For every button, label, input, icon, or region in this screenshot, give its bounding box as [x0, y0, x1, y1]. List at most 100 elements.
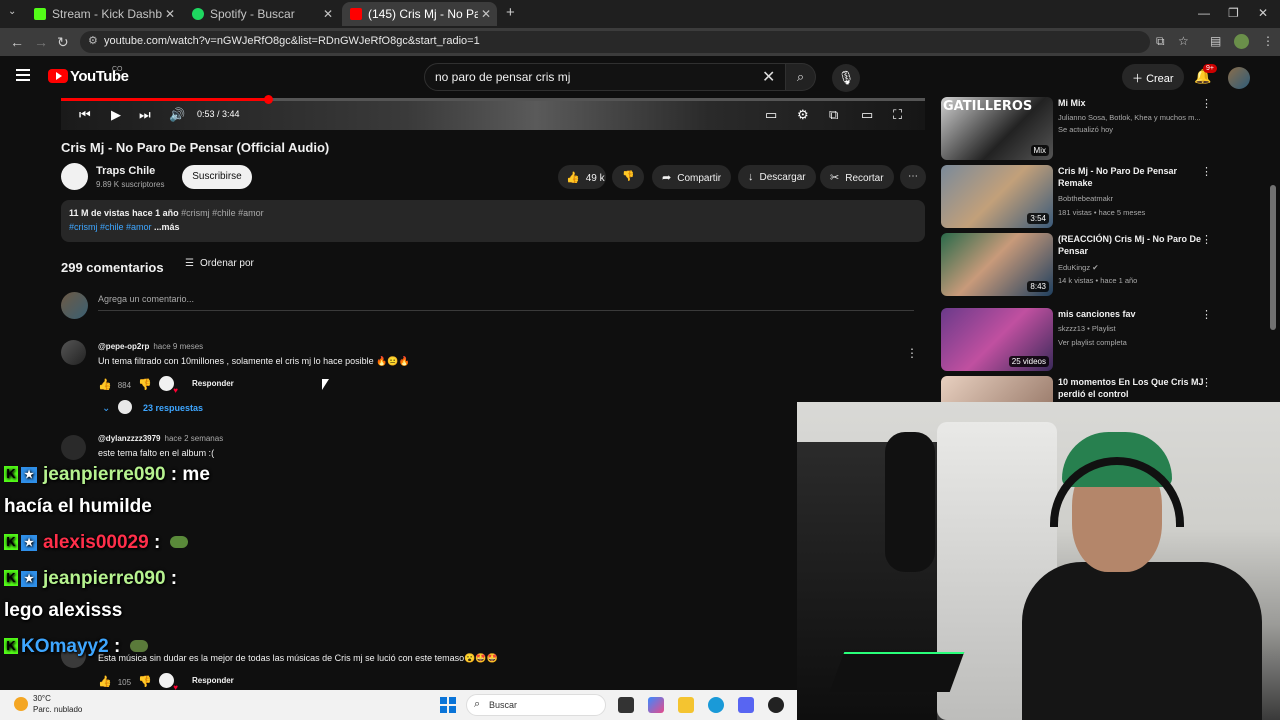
recommendation-item[interactable]: 25 videos mis canciones fav skzzz13 • Pl… [941, 308, 1212, 372]
reply-button[interactable]: Responder [192, 379, 234, 388]
back-icon[interactable]: ← [10, 34, 24, 50]
copilot-icon[interactable] [648, 697, 664, 713]
taskbar-search[interactable]: ⌕ Buscar [466, 694, 606, 716]
recommendation-thumbnail[interactable] [941, 376, 1053, 403]
new-tab-button[interactable]: + [506, 4, 515, 21]
edge-icon[interactable] [708, 697, 724, 713]
sort-button[interactable]: ☰ Ordenar por [185, 258, 254, 269]
close-icon[interactable]: ✕ [323, 7, 333, 21]
restore-icon[interactable]: ❐ [1228, 6, 1239, 20]
subtitles-icon[interactable]: ▭ [765, 107, 777, 123]
task-view-icon[interactable] [618, 697, 634, 713]
search-input[interactable]: no paro de pensar cris mj [424, 63, 786, 91]
recommendation-item[interactable]: 3:54 Cris Mj - No Paro De Pensar Remake … [941, 165, 1212, 229]
more-icon[interactable]: ⋮ [1201, 308, 1212, 321]
more-link[interactable]: ...más [154, 222, 180, 232]
recommendation-title[interactable]: mis canciones fav [1058, 308, 1208, 320]
share-button[interactable]: ➦ Compartir [652, 165, 732, 189]
bookmark-star-icon[interactable]: ☆ [1178, 34, 1189, 48]
cast-icon[interactable]: ⧉ [1156, 34, 1165, 49]
minimize-icon[interactable]: — [1198, 6, 1210, 20]
hashtag-links[interactable]: #crismj #chile #amor [69, 222, 152, 232]
comment-menu-icon[interactable]: ⋮ [906, 346, 918, 360]
more-icon[interactable]: ⋮ [1201, 233, 1212, 246]
close-icon[interactable]: ✕ [165, 7, 175, 21]
add-comment-input[interactable]: Agrega un comentario... [98, 294, 914, 311]
account-avatar[interactable] [1228, 67, 1250, 89]
recommendation-thumbnail[interactable]: 8:43 [941, 233, 1053, 296]
more-icon[interactable]: ⋮ [1201, 165, 1212, 178]
browser-menu-icon[interactable]: ⋮ [1262, 34, 1274, 48]
recommendation-thumbnail[interactable]: 25 videos [941, 308, 1053, 371]
menu-icon[interactable] [16, 69, 30, 81]
tab-menu-icon[interactable]: ⌄ [8, 6, 16, 17]
tab-kick[interactable]: Stream - Kick Dashboard ✕ [26, 2, 181, 26]
comment-like-button[interactable]: 👍 105 [98, 675, 131, 688]
create-button[interactable]: ＋ Crear [1122, 64, 1184, 90]
expand-replies-icon[interactable]: ⌄ [102, 403, 110, 414]
page-scrollbar[interactable] [1270, 185, 1276, 330]
profile-avatar[interactable] [1234, 34, 1249, 49]
recommendation-thumbnail[interactable]: 3:54 [941, 165, 1053, 228]
replies-button[interactable]: 23 respuestas [143, 403, 203, 413]
reply-button[interactable]: Responder [192, 676, 234, 685]
recommendation-title[interactable]: Cris Mj - No Paro De Pensar Remake [1058, 165, 1208, 189]
recommendation-item[interactable]: GATILLEROS Mix Mi Mix Julianno Sosa, Bot… [941, 97, 1212, 161]
recommendation-title[interactable]: Mi Mix [1058, 97, 1208, 109]
recommendation-item[interactable]: 8:43 (REACCIÓN) Cris Mj - No Paro De Pen… [941, 233, 1212, 297]
recommendation-title[interactable]: (REACCIÓN) Cris Mj - No Paro De Pensar [1058, 233, 1208, 257]
extensions-icon[interactable]: ▤ [1210, 34, 1221, 48]
previous-icon[interactable]: ⏮ [79, 107, 91, 123]
theater-icon[interactable]: ▭ [861, 107, 873, 123]
tab-spotify[interactable]: Spotify - Buscar ✕ [184, 2, 339, 26]
miniplayer-icon[interactable]: ⧉ [829, 107, 838, 123]
more-icon[interactable]: ⋮ [1201, 376, 1211, 389]
dislike-button[interactable]: 👎 [612, 165, 644, 189]
url-input[interactable]: ⚙ youtube.com/watch?v=nGWJeRfO8gc&list=R… [80, 31, 1150, 53]
recommendation-item[interactable]: 10 momentos En Los Que Cris MJ perdió el… [941, 376, 1211, 403]
like-button[interactable]: 👍 49 k [558, 165, 606, 189]
description-box[interactable]: 11 M de vistas hace 1 año #crismj #chile… [61, 200, 925, 242]
next-icon[interactable]: ⏭ [139, 107, 151, 123]
mix-badge: Mix [1030, 145, 1049, 156]
comment-dislike-button[interactable]: 👎 [138, 675, 158, 688]
play-icon[interactable]: ▶ [111, 107, 121, 123]
weather-widget[interactable]: 30°C Parc. nublado [33, 693, 82, 715]
subscribe-button[interactable]: Suscribirse [182, 165, 252, 189]
file-explorer-icon[interactable] [678, 697, 694, 713]
settings-icon[interactable]: ⚙ [797, 107, 809, 123]
tab-youtube[interactable]: (145) Cris Mj - No Paro De Pen ✕ [342, 2, 497, 26]
youtube-logo-icon[interactable] [48, 69, 68, 83]
weather-icon[interactable] [14, 697, 28, 711]
comment-avatar[interactable] [61, 435, 86, 460]
more-actions-button[interactable]: ⋯ [900, 165, 926, 189]
progress-bar[interactable] [61, 95, 925, 104]
window-close-icon[interactable]: ✕ [1258, 6, 1268, 20]
channel-avatar[interactable] [61, 163, 88, 190]
recommendation-title[interactable]: 10 momentos En Los Que Cris MJ perdió el… [1058, 376, 1208, 400]
clear-search-icon[interactable]: ✕ [762, 67, 775, 87]
clip-button[interactable]: ✂ Recortar [820, 165, 894, 189]
site-settings-icon[interactable]: ⚙ [88, 34, 98, 47]
comment-author[interactable]: @dylanzzzz3979 hace 2 semanas [98, 434, 223, 443]
volume-icon[interactable]: 🔊 [169, 107, 185, 123]
comment-avatar[interactable] [61, 340, 86, 365]
comment-like-button[interactable]: 👍 884 [98, 378, 131, 391]
fullscreen-icon[interactable]: ⛶ [893, 107, 902, 123]
download-button[interactable]: ↓ Descargar [738, 165, 816, 189]
comment-dislike-button[interactable]: 👎 [138, 378, 158, 391]
progress-knob[interactable] [264, 95, 274, 104]
more-icon[interactable]: ⋮ [1201, 97, 1212, 110]
obs-icon[interactable] [768, 697, 784, 713]
reload-icon[interactable]: ↻ [57, 34, 69, 51]
start-icon[interactable] [440, 697, 456, 713]
search-button[interactable]: ⌕ [786, 63, 816, 91]
mic-button[interactable]: 🎙 [832, 64, 860, 92]
discord-icon[interactable] [738, 697, 754, 713]
recommendation-thumbnail[interactable]: GATILLEROS Mix [941, 97, 1053, 160]
comment-author[interactable]: @pepe-op2rp hace 9 meses [98, 342, 203, 351]
channel-name[interactable]: Traps Chile [96, 165, 155, 177]
video-player[interactable]: ⏮ ▶ ⏭ 🔊 0:53 / 3:44 ▭ ⚙ ⧉ ▭ ⛶ [61, 95, 925, 130]
close-icon[interactable]: ✕ [481, 7, 491, 21]
forward-icon[interactable]: → [34, 34, 48, 50]
